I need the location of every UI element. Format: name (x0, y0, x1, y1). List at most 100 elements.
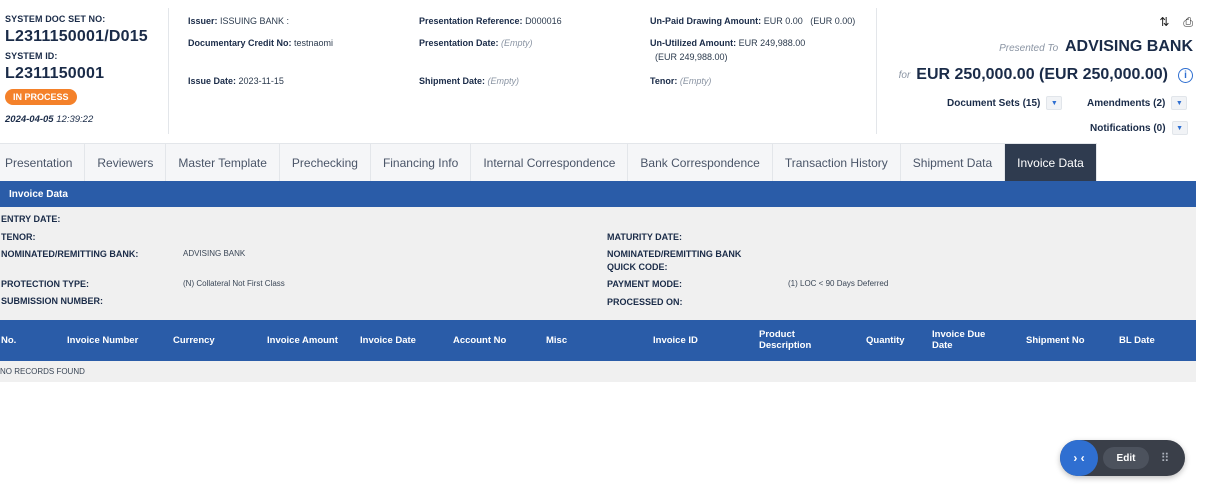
status-badge: IN PROCESS (5, 89, 77, 105)
protection-type-label: PROTECTION TYPE: (1, 279, 90, 289)
tab-transaction-history[interactable]: Transaction History (772, 144, 901, 182)
unpaid-amount-label: Un-Paid Drawing Amount: (650, 16, 762, 26)
header-actions: ⇅ ⎙ (873, 15, 1193, 30)
system-doc-set-label: SYSTEM DOC SET NO: (5, 14, 106, 24)
col-shipment-no[interactable]: Shipment No (1026, 335, 1085, 346)
divider (168, 8, 169, 134)
issue-date-value: 2023-11-15 (238, 76, 284, 86)
shipment-date-field: Shipment Date: (Empty) (419, 76, 519, 86)
chevron-down-icon[interactable]: ▼ (1046, 96, 1063, 110)
amendments-dropdown[interactable]: Amendments (2) ▼ (1087, 96, 1188, 110)
presented-to-label: Presented To (999, 43, 1059, 54)
presentation-date-value: (Empty) (501, 38, 533, 48)
col-invoice-amount[interactable]: Invoice Amount (267, 335, 338, 346)
issuer-field: Issuer: ISSUING BANK : (188, 16, 289, 26)
floating-toolbar: › ‹ Edit ⠿ (1060, 440, 1185, 476)
col-invoice-number[interactable]: Invoice Number (67, 335, 138, 346)
sort-icon[interactable]: ⇅ (1159, 15, 1169, 30)
tab-invoice-data[interactable]: Invoice Data (1005, 144, 1097, 182)
drag-handle-icon[interactable]: ⠿ (1156, 449, 1174, 467)
document-sets-dropdown[interactable]: Document Sets (15) ▼ (947, 96, 1063, 110)
tab-financing-info[interactable]: Financing Info (370, 144, 472, 182)
issuer-value: ISSUING BANK : (220, 16, 290, 26)
col-account-no[interactable]: Account No (453, 335, 506, 346)
presentation-reference-label: Presentation Reference: (419, 16, 523, 26)
col-no[interactable]: No. (1, 335, 16, 346)
col-misc[interactable]: Misc (546, 335, 567, 346)
unpaid-amount-value: EUR 0.00 (EUR 0.00) (763, 16, 856, 26)
quick-code-label-line2: QUICK CODE: (607, 262, 668, 272)
tenor-detail-label: TENOR: (1, 232, 36, 242)
protection-type-value: (N) Collateral Not First Class (183, 279, 285, 288)
timestamp-date: 2024-04-05 (5, 114, 54, 125)
presentation-date-field: Presentation Date: (Empty) (419, 38, 533, 48)
processed-on-label: PROCESSED ON: (607, 297, 683, 307)
system-doc-set-value: L2311150001/D015 (5, 28, 148, 45)
quick-code-label-line1: NOMINATED/REMITTING BANK (607, 249, 742, 259)
total-amount-value: EUR 250,000.00 (EUR 250,000.00) (916, 66, 1168, 83)
chevron-down-icon[interactable]: ▼ (1171, 121, 1188, 135)
tab-prechecking[interactable]: Prechecking (279, 144, 371, 182)
empty-table-message: NO RECORDS FOUND (0, 361, 1196, 382)
unutilized-amount-converted: (EUR 249,988.00) (655, 52, 728, 62)
notifications-dropdown[interactable]: Notifications (0) ▼ (1090, 121, 1188, 135)
payment-mode-label: PAYMENT MODE: (607, 279, 683, 289)
tab-presentation[interactable]: Presentation (0, 144, 86, 182)
entry-date-label: ENTRY DATE: (1, 214, 61, 224)
presentation-reference-value: D000016 (525, 16, 562, 26)
shipment-date-value: (Empty) (487, 76, 520, 86)
issue-date-field: Issue Date: 2023-11-15 (188, 76, 284, 86)
presentation-date-label: Presentation Date: (419, 38, 499, 48)
maturity-date-label: MATURITY DATE: (607, 232, 682, 242)
tenor-field: Tenor: (Empty) (650, 76, 711, 86)
col-currency[interactable]: Currency (173, 335, 215, 346)
presentation-reference-field: Presentation Reference: D000016 (419, 16, 562, 26)
issue-date-label: Issue Date: (188, 76, 237, 86)
summary-panel: ⇅ ⎙ Presented To ADVISING BANK for EUR 2… (873, 15, 1193, 84)
for-label: for (898, 69, 911, 81)
col-quantity[interactable]: Quantity (866, 335, 905, 346)
collapse-toggle-icon[interactable]: › ‹ (1060, 440, 1098, 476)
col-product-description[interactable]: Product Description (759, 329, 839, 351)
tab-bar: Presentation Reviewers Master Template P… (0, 143, 1097, 182)
timestamp-time: 12:39:22 (56, 114, 94, 125)
quick-code-label: NOMINATED/REMITTING BANK QUICK CODE: (607, 248, 741, 274)
submission-number-label: SUBMISSION NUMBER: (1, 296, 104, 306)
col-invoice-id[interactable]: Invoice ID (653, 335, 698, 346)
chevron-down-icon[interactable]: ▼ (1171, 96, 1188, 110)
nominated-bank-label: NOMINATED/REMITTING BANK: (1, 249, 139, 259)
tab-internal-correspondence[interactable]: Internal Correspondence (471, 144, 629, 182)
record-header: SYSTEM DOC SET NO: L2311150001/D015 SYST… (0, 0, 1208, 142)
section-title: Invoice Data (0, 181, 1196, 207)
tab-reviewers[interactable]: Reviewers (85, 144, 167, 182)
presented-to: Presented To ADVISING BANK (873, 38, 1193, 56)
system-id-value: L2311150001 (5, 65, 105, 82)
info-icon[interactable]: i (1178, 67, 1193, 83)
col-bl-date[interactable]: BL Date (1119, 335, 1155, 346)
total-amount: for EUR 250,000.00 (EUR 250,000.00) i (873, 66, 1193, 84)
nominated-bank-value: ADVISING BANK (183, 249, 246, 258)
unpaid-amount-field: Un-Paid Drawing Amount: EUR 0.00 (EUR 0.… (650, 16, 855, 26)
tab-master-template[interactable]: Master Template (166, 144, 280, 182)
print-icon[interactable]: ⎙ (1183, 15, 1193, 30)
unutilized-amount-field: Un-Utilized Amount: EUR 249,988.00 (EUR … (650, 38, 805, 62)
shipment-date-label: Shipment Date: (419, 76, 486, 86)
payment-mode-value: (1) LOC < 90 Days Deferred (788, 279, 889, 288)
col-invoice-due-date[interactable]: Invoice Due Date (932, 329, 1000, 351)
unutilized-amount-value: EUR 249,988.00 (738, 38, 806, 48)
presented-to-bank: ADVISING BANK (1064, 38, 1193, 55)
unutilized-amount-label: Un-Utilized Amount: (650, 38, 737, 48)
tab-bank-correspondence[interactable]: Bank Correspondence (628, 144, 773, 182)
timestamp: 2024-04-05 12:39:22 (5, 114, 165, 125)
invoice-details: ENTRY DATE: TENOR: NOMINATED/REMITTING B… (0, 207, 1196, 320)
credit-no-label: Documentary Credit No: (188, 38, 292, 48)
issuer-label: Issuer: (188, 16, 218, 26)
system-ids-block: SYSTEM DOC SET NO: L2311150001/D015 SYST… (5, 14, 165, 125)
credit-no-value: testnaomi (294, 38, 334, 48)
document-sets-label: Document Sets (15) (947, 97, 1041, 109)
tab-shipment-data[interactable]: Shipment Data (900, 144, 1006, 182)
tenor-value: (Empty) (679, 76, 712, 86)
notifications-label: Notifications (0) (1090, 122, 1166, 134)
col-invoice-date[interactable]: Invoice Date (360, 335, 416, 346)
edit-button[interactable]: Edit (1103, 447, 1149, 469)
